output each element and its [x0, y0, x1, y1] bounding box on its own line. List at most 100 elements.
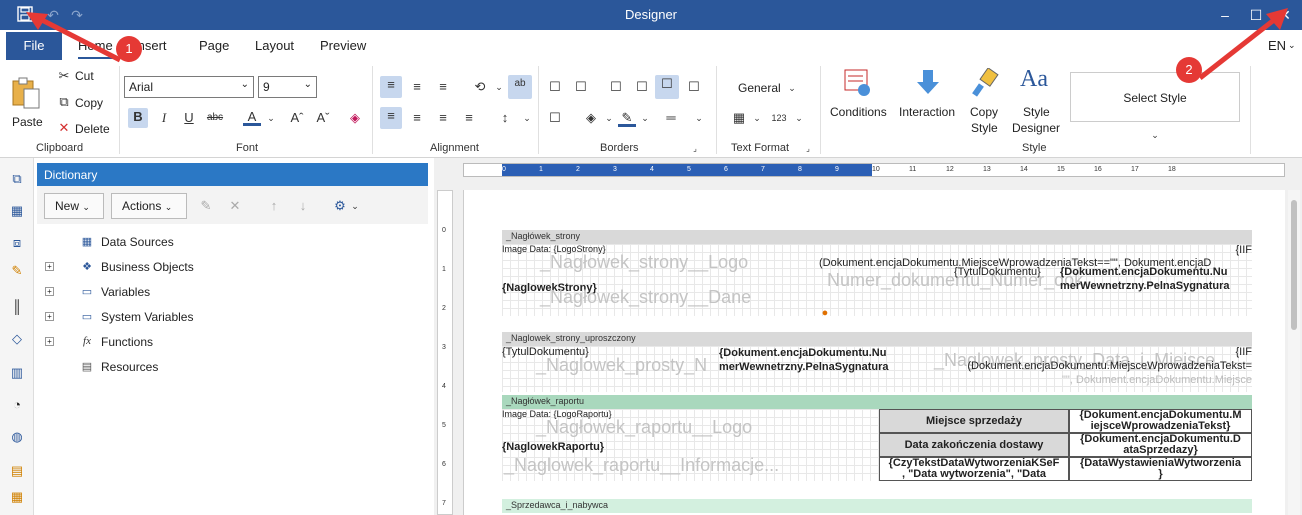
dokument-numer-line2[interactable]: merWewnetrzny.PelnaSygnatura: [1060, 280, 1252, 294]
text-rotation-icon[interactable]: ⟲: [471, 78, 489, 96]
paste-icon[interactable]: [10, 76, 42, 110]
expand-icon[interactable]: +: [45, 312, 54, 321]
scrollbar-thumb[interactable]: [1291, 200, 1297, 330]
align-center-icon[interactable]: ≡: [408, 109, 426, 127]
data-wystawienia-value[interactable]: {DataWystawieniaWytworzenia }: [1069, 457, 1252, 481]
scissors-icon[interactable]: ✂: [55, 67, 73, 85]
align-right-icon[interactable]: ≡: [434, 109, 452, 127]
tab-file[interactable]: File: [6, 32, 62, 60]
number-format-icon[interactable]: 123: [770, 109, 788, 127]
interaction-button[interactable]: Interaction: [899, 105, 955, 119]
iif-expression[interactable]: {IIF: [1224, 244, 1252, 258]
font-family-select[interactable]: Arial ⌄: [124, 76, 254, 98]
italic-icon[interactable]: I: [155, 109, 173, 127]
chevron-down-icon[interactable]: ⌄: [490, 78, 508, 96]
dialog-launcher-icon[interactable]: ⌟: [803, 144, 813, 154]
dialog-launcher-icon[interactable]: ⌟: [690, 144, 700, 154]
interaction-icon[interactable]: [913, 68, 943, 98]
shapes-icon[interactable]: ◇: [8, 330, 26, 348]
naglowek-raportu[interactable]: {NaglowekRaportu}: [502, 441, 802, 455]
band-header[interactable]: _Nagłówek_raportu: [502, 395, 1252, 409]
minimize-icon[interactable]: –: [1216, 6, 1234, 24]
delete-button[interactable]: Delete: [75, 122, 110, 136]
style-designer-button-line1[interactable]: Style: [1023, 105, 1050, 119]
dokument-numer-line1[interactable]: {Dokument.encjaDokumentu.Nu: [1060, 266, 1252, 280]
tab-home[interactable]: Home: [78, 38, 113, 59]
band-header[interactable]: _Nagłówek_strony: [502, 230, 1252, 244]
chevron-down-icon[interactable]: ⌄: [600, 109, 618, 127]
border-top-icon[interactable]: ☐: [633, 78, 651, 96]
copy-style-button-line2[interactable]: Style: [971, 121, 998, 135]
copy-button[interactable]: Copy: [75, 96, 103, 110]
panel-icon[interactable]: ⧈: [8, 234, 26, 252]
dokument-miejsce-2[interactable]: (Dokument.encjaDokumentu.MiejsceWprowadz…: [939, 360, 1252, 374]
bold-icon[interactable]: B: [128, 108, 148, 128]
font-size-select[interactable]: 9 ⌄: [258, 76, 317, 98]
tytul-dokumentu[interactable]: {TytulDokumentu}: [954, 266, 1054, 280]
chevron-down-icon[interactable]: ⌄: [518, 109, 536, 127]
report-tree-icon[interactable]: ⧉: [8, 170, 26, 188]
expand-icon[interactable]: +: [45, 337, 54, 346]
conditions-button[interactable]: Conditions: [830, 105, 887, 119]
toolbox-icon[interactable]: ▤: [8, 462, 26, 480]
border-right-icon[interactable]: ☐: [655, 75, 679, 99]
chart-icon[interactable]: ▥: [8, 364, 26, 382]
arrow-up-icon[interactable]: ↑: [265, 197, 283, 215]
data-sprzedazy-value[interactable]: {Dokument.encjaDokumentu.D ataSprzedazy}: [1069, 433, 1252, 457]
strikethrough-icon[interactable]: abc: [206, 109, 224, 127]
select-style-gallery[interactable]: Select Style: [1070, 72, 1240, 122]
calendar-icon[interactable]: ▦: [8, 488, 26, 506]
chevron-down-icon[interactable]: ⌄: [1146, 126, 1164, 144]
close-icon[interactable]: ✕: [1276, 6, 1294, 24]
shrink-font-icon[interactable]: Aˇ: [314, 109, 332, 127]
chevron-down-icon[interactable]: ⌄: [748, 109, 766, 127]
conditions-icon[interactable]: [843, 68, 873, 98]
underline-icon[interactable]: U: [180, 109, 198, 127]
dokument-miejsce-3[interactable]: "", Dokument.encjaDokumentu.Miejsce: [939, 374, 1252, 386]
delete-icon[interactable]: ✕: [55, 119, 73, 137]
miejsce-sprzedazy-value[interactable]: {Dokument.encjaDokumentu.M iejsceWprowad…: [1069, 409, 1252, 433]
tab-layout[interactable]: Layout: [255, 38, 294, 53]
style-designer-icon[interactable]: Aa: [1020, 66, 1050, 98]
border-all-icon[interactable]: ☐: [546, 78, 564, 96]
border-none-icon[interactable]: ☐: [572, 78, 590, 96]
chevron-down-icon[interactable]: ⌄: [346, 197, 364, 215]
miejsce-sprzedazy-label[interactable]: Miejsce sprzedaży: [879, 409, 1069, 433]
style-designer-button-line2[interactable]: Designer: [1012, 121, 1060, 135]
border-color-icon[interactable]: ✎: [618, 109, 636, 127]
chevron-down-icon[interactable]: ⌄: [690, 109, 708, 127]
cut-button[interactable]: Cut: [75, 69, 94, 83]
new-button[interactable]: New ⌄: [44, 193, 104, 219]
text-format-select[interactable]: General: [738, 81, 781, 95]
edit-icon[interactable]: ✎: [197, 197, 215, 215]
align-left-icon[interactable]: ≡: [380, 107, 402, 129]
barcode-icon[interactable]: ║: [8, 298, 26, 316]
copy-icon[interactable]: ⧉: [55, 93, 73, 111]
czy-tekst-data-wytworzenia[interactable]: {CzyTekstDataWytworzeniaKSeF , "Data wyt…: [879, 457, 1069, 481]
align-top-icon[interactable]: ≡: [380, 76, 402, 98]
format-icon[interactable]: ▦: [730, 109, 748, 127]
fill-color-icon[interactable]: ◈: [582, 109, 600, 127]
align-justify-icon[interactable]: ≡: [460, 109, 478, 127]
band-header[interactable]: _Naglowek_strony_uproszczony: [502, 332, 1252, 346]
pencil-icon[interactable]: ✎: [8, 262, 26, 280]
chevron-down-icon[interactable]: ⌄: [1288, 40, 1296, 51]
grow-font-icon[interactable]: Aˆ: [288, 109, 306, 127]
word-wrap-icon[interactable]: ab: [508, 75, 532, 99]
align-bottom-icon[interactable]: ≡: [434, 78, 452, 96]
vertical-scrollbar[interactable]: [1288, 190, 1300, 515]
iif-expression-2[interactable]: {IIF: [1224, 346, 1252, 360]
gauge-icon[interactable]: ◔: [8, 396, 26, 414]
dokument-numer-b-line2[interactable]: merWewnetrzny.PelnaSygnatura: [719, 361, 909, 375]
border-left-icon[interactable]: ☐: [607, 78, 625, 96]
copy-style-button-line1[interactable]: Copy: [970, 105, 998, 119]
border-style-icon[interactable]: ═: [656, 109, 686, 127]
arrow-down-icon[interactable]: ↓: [294, 197, 312, 215]
maximize-icon[interactable]: ☐: [1247, 6, 1265, 24]
globe-icon[interactable]: ◍: [8, 428, 26, 446]
expand-icon[interactable]: +: [45, 262, 54, 271]
actions-button[interactable]: Actions ⌄: [111, 193, 187, 219]
chevron-down-icon[interactable]: ⌄: [262, 109, 280, 127]
tab-page[interactable]: Page: [199, 38, 229, 53]
table-icon[interactable]: ▦: [8, 202, 26, 220]
